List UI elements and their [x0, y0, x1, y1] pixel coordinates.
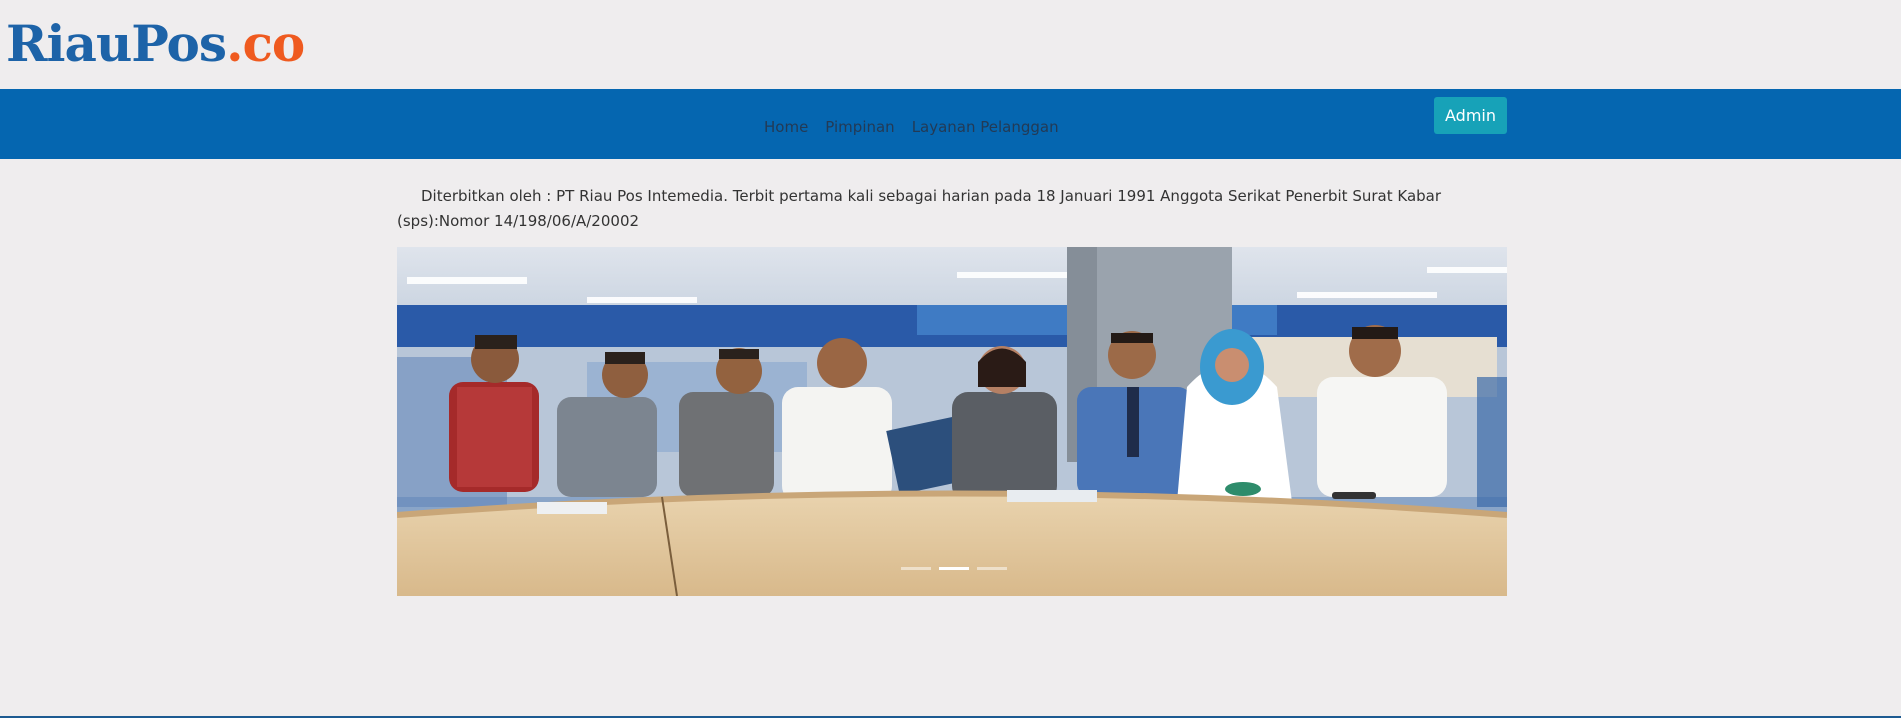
- header: RiauPos.co: [0, 0, 1901, 89]
- carousel-indicator-2[interactable]: [939, 567, 969, 570]
- admin-button[interactable]: Admin: [1434, 97, 1507, 134]
- nav-link-pimpinan[interactable]: Pimpinan: [825, 115, 894, 139]
- publisher-info-text: Diterbitkan oleh : PT Riau Pos Intemedia…: [397, 187, 1442, 230]
- carousel-indicator-1[interactable]: [901, 567, 931, 570]
- logo-text-main: RiauPos: [6, 14, 227, 73]
- carousel-slide-image: [397, 247, 1507, 596]
- site-logo[interactable]: RiauPos.co: [6, 14, 305, 74]
- nav-link-layanan-pelanggan[interactable]: Layanan Pelanggan: [912, 115, 1059, 139]
- carousel-indicator-3[interactable]: [977, 567, 1007, 570]
- image-carousel[interactable]: [397, 247, 1507, 596]
- nav-links: Home Pimpinan Layanan Pelanggan: [764, 115, 1059, 139]
- logo-text-suffix: .co: [226, 14, 305, 73]
- nav-link-home[interactable]: Home: [764, 115, 808, 139]
- carousel-indicators: [901, 567, 1007, 570]
- navbar: Home Pimpinan Layanan Pelanggan Admin: [0, 89, 1901, 159]
